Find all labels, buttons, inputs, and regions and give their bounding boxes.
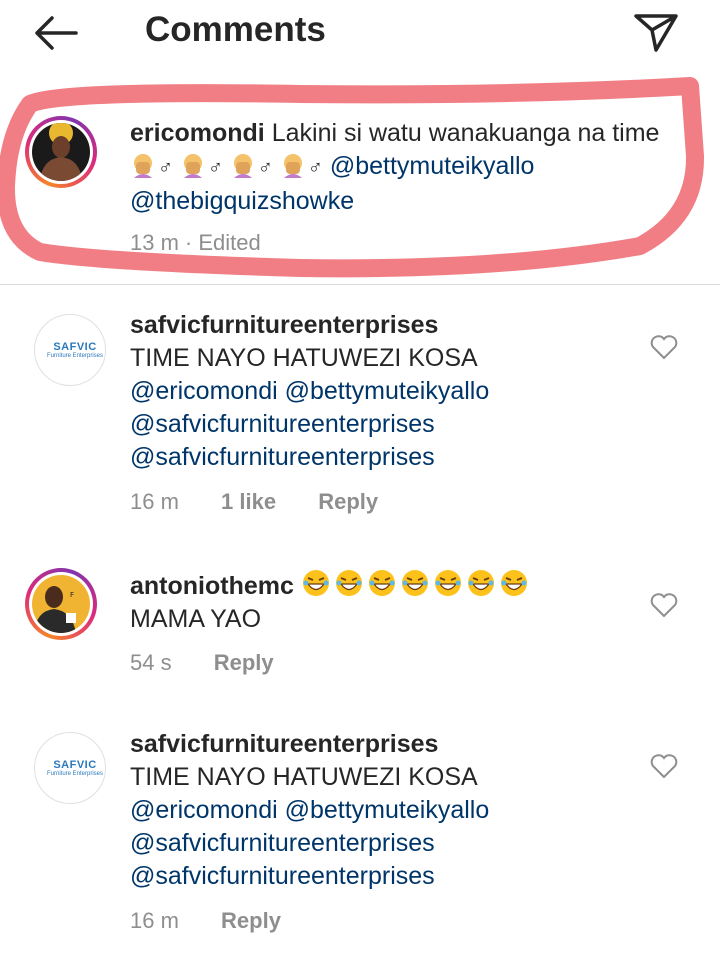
paper-plane-icon[interactable] xyxy=(630,10,682,54)
header-bar: Comments xyxy=(0,0,720,66)
avatar[interactable] xyxy=(25,116,97,188)
page-title: Comments xyxy=(145,10,326,49)
edited-label: · Edited xyxy=(184,230,261,255)
caption-username[interactable]: ericomondi xyxy=(130,119,265,147)
caption-body: ericomondi Lakini si watu wanakuanga na … xyxy=(130,117,690,218)
divider xyxy=(0,284,720,285)
laughing-emoji-group xyxy=(301,570,532,600)
comment-text: MAMA YAO xyxy=(130,605,262,633)
like-count[interactable]: 1 like xyxy=(221,489,276,514)
comment-username[interactable]: safvicfurnitureenterprises xyxy=(130,728,640,761)
safvic-logo: SAFVIC Furniture Enterprises xyxy=(46,759,104,777)
comment-meta: 16 m 1 like Reply xyxy=(130,489,414,515)
reply-button[interactable]: Reply xyxy=(214,650,274,675)
comment-text: TIME NAYO HATUWEZI KOSA xyxy=(130,344,478,372)
reply-button[interactable]: Reply xyxy=(318,489,378,514)
comment-username[interactable]: safvicfurnitureenterprises xyxy=(130,309,640,342)
back-arrow-icon[interactable] xyxy=(30,12,82,54)
comment-body: antoniothemc MAMA YAO xyxy=(130,568,640,636)
caption-time: 13 m xyxy=(130,230,179,255)
mention-link[interactable]: @safvicfurnitureenterprises xyxy=(130,827,640,860)
comment-username[interactable]: antoniothemc xyxy=(130,572,294,600)
avatar-image: F xyxy=(32,575,90,633)
caption-meta: 13 m · Edited xyxy=(130,230,297,256)
avatar[interactable]: SAFVIC Furniture Enterprises xyxy=(34,732,106,804)
reply-button[interactable]: Reply xyxy=(221,908,281,933)
heart-outline-icon[interactable] xyxy=(650,592,678,618)
mention-link[interactable]: @safvicfurnitureenterprises xyxy=(130,441,640,474)
comment-meta: 16 m Reply xyxy=(130,908,317,934)
comment-text: TIME NAYO HATUWEZI KOSA xyxy=(130,763,478,791)
comment-body: safvicfurnitureenterprises TIME NAYO HAT… xyxy=(130,309,640,474)
avatar[interactable]: F xyxy=(25,568,97,640)
svg-text:F: F xyxy=(70,591,74,599)
mention-link[interactable]: @safvicfurnitureenterprises xyxy=(130,860,640,893)
mention-link[interactable]: @safvicfurnitureenterprises xyxy=(130,408,640,441)
comment-time: 54 s xyxy=(130,650,172,675)
facepalm-emoji-group: ♂ ♂ ♂ ♂ xyxy=(130,152,330,180)
avatar-image xyxy=(32,123,90,181)
heart-outline-icon[interactable] xyxy=(650,753,678,779)
mention-link[interactable]: @bettymuteikyallo xyxy=(330,152,535,180)
comment-time: 16 m xyxy=(130,908,179,933)
comment-time: 16 m xyxy=(130,489,179,514)
mention-link[interactable]: @thebigquizshowke xyxy=(130,187,354,215)
caption-text: Lakini si watu wanakuanga na time xyxy=(271,119,660,147)
mention-link[interactable]: @ericomondi @bettymuteikyallo xyxy=(130,375,640,408)
caption-comment: ericomondi Lakini si watu wanakuanga na … xyxy=(0,90,720,284)
mention-link[interactable]: @ericomondi @bettymuteikyallo xyxy=(130,794,640,827)
heart-outline-icon[interactable] xyxy=(650,334,678,360)
comment-meta: 54 s Reply xyxy=(130,650,310,676)
safvic-logo: SAFVIC Furniture Enterprises xyxy=(46,341,104,359)
comment-body: safvicfurnitureenterprises TIME NAYO HAT… xyxy=(130,728,640,893)
avatar[interactable]: SAFVIC Furniture Enterprises xyxy=(34,314,106,386)
